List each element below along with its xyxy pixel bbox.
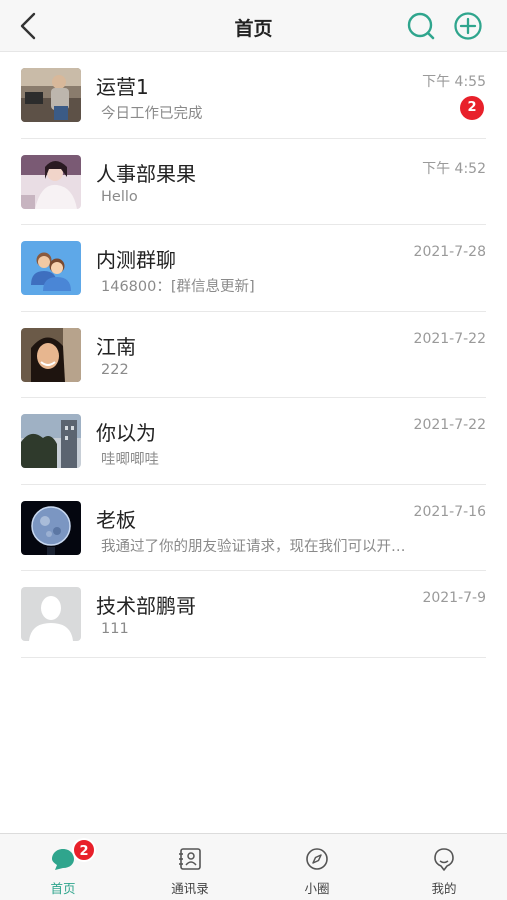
avatar	[21, 414, 81, 468]
chat-item[interactable]: 江南 222 2021-7-22	[0, 312, 507, 398]
chat-preview: 我通过了你的朋友验证请求，现在我们可以开…	[101, 538, 406, 555]
tab-label: 小圈	[304, 881, 330, 896]
tab-unread-badge: 2	[72, 838, 96, 862]
avatar	[21, 68, 81, 122]
tab-label: 通讯录	[171, 881, 209, 896]
chat-time: 2021-7-16	[413, 503, 486, 520]
top-navigation-bar: 首页	[0, 0, 507, 52]
bottom-tab-bar: 2 首页 通讯录 小圈 我的	[0, 833, 507, 900]
chat-item[interactable]: 技术部鹏哥 111 2021-7-9	[0, 571, 507, 658]
tab-label: 我的	[431, 881, 457, 896]
chat-name: 你以为	[96, 421, 156, 445]
chat-name: 技术部鹏哥	[96, 594, 196, 618]
conversation-list: 运营1 今日工作已完成 下午 4:55 2 人事部果果 Hello 下午 4:5…	[0, 52, 507, 658]
default-avatar	[21, 587, 81, 641]
compass-icon	[306, 848, 328, 870]
tab-home[interactable]: 2 首页	[0, 834, 126, 900]
chat-time: 2021-7-28	[413, 244, 486, 260]
search-icon[interactable]	[405, 10, 437, 42]
chat-name: 运营1	[96, 75, 149, 99]
chat-preview: Hello	[101, 188, 138, 205]
chat-preview: 222	[101, 361, 129, 378]
contacts-icon	[179, 848, 201, 870]
chat-name: 人事部果果	[96, 161, 196, 186]
profile-icon	[434, 848, 454, 871]
avatar	[21, 500, 81, 555]
chat-name: 江南	[96, 334, 136, 359]
tab-label: 首页	[50, 881, 76, 896]
tab-profile[interactable]: 我的	[381, 834, 507, 900]
chat-item[interactable]: 老板 我通过了你的朋友验证请求，现在我们可以开… 2021-7-16	[0, 485, 507, 571]
chat-time: 2021-7-22	[413, 417, 486, 433]
chat-name: 内测群聊	[96, 248, 176, 272]
chat-item[interactable]: 内测群聊 146800：[群信息更新] 2021-7-28	[0, 225, 507, 312]
chat-item[interactable]: 运营1 今日工作已完成 下午 4:55 2	[0, 52, 507, 139]
unread-badge: 2	[460, 96, 484, 120]
tab-circle[interactable]: 小圈	[254, 834, 380, 900]
chat-name: 老板	[96, 507, 136, 532]
avatar	[21, 327, 81, 382]
row-divider	[21, 656, 486, 658]
chat-preview: 111	[101, 621, 129, 637]
tab-contacts[interactable]: 通讯录	[127, 834, 253, 900]
avatar	[21, 154, 81, 209]
group-avatar	[21, 241, 81, 295]
chat-time: 2021-7-9	[422, 590, 486, 606]
chat-time: 下午 4:55	[422, 74, 486, 90]
chat-preview: 146800：[群信息更新]	[101, 279, 255, 295]
chat-preview: 今日工作已完成	[101, 106, 203, 122]
chat-item[interactable]: 你以为 哇唧唧哇 2021-7-22	[0, 398, 507, 485]
chat-item[interactable]: 人事部果果 Hello 下午 4:52	[0, 139, 507, 225]
chat-time: 2021-7-22	[413, 330, 486, 347]
plus-circle-icon[interactable]	[452, 10, 484, 42]
chat-preview: 哇唧唧哇	[101, 452, 159, 468]
chat-time: 下午 4:52	[422, 160, 486, 177]
